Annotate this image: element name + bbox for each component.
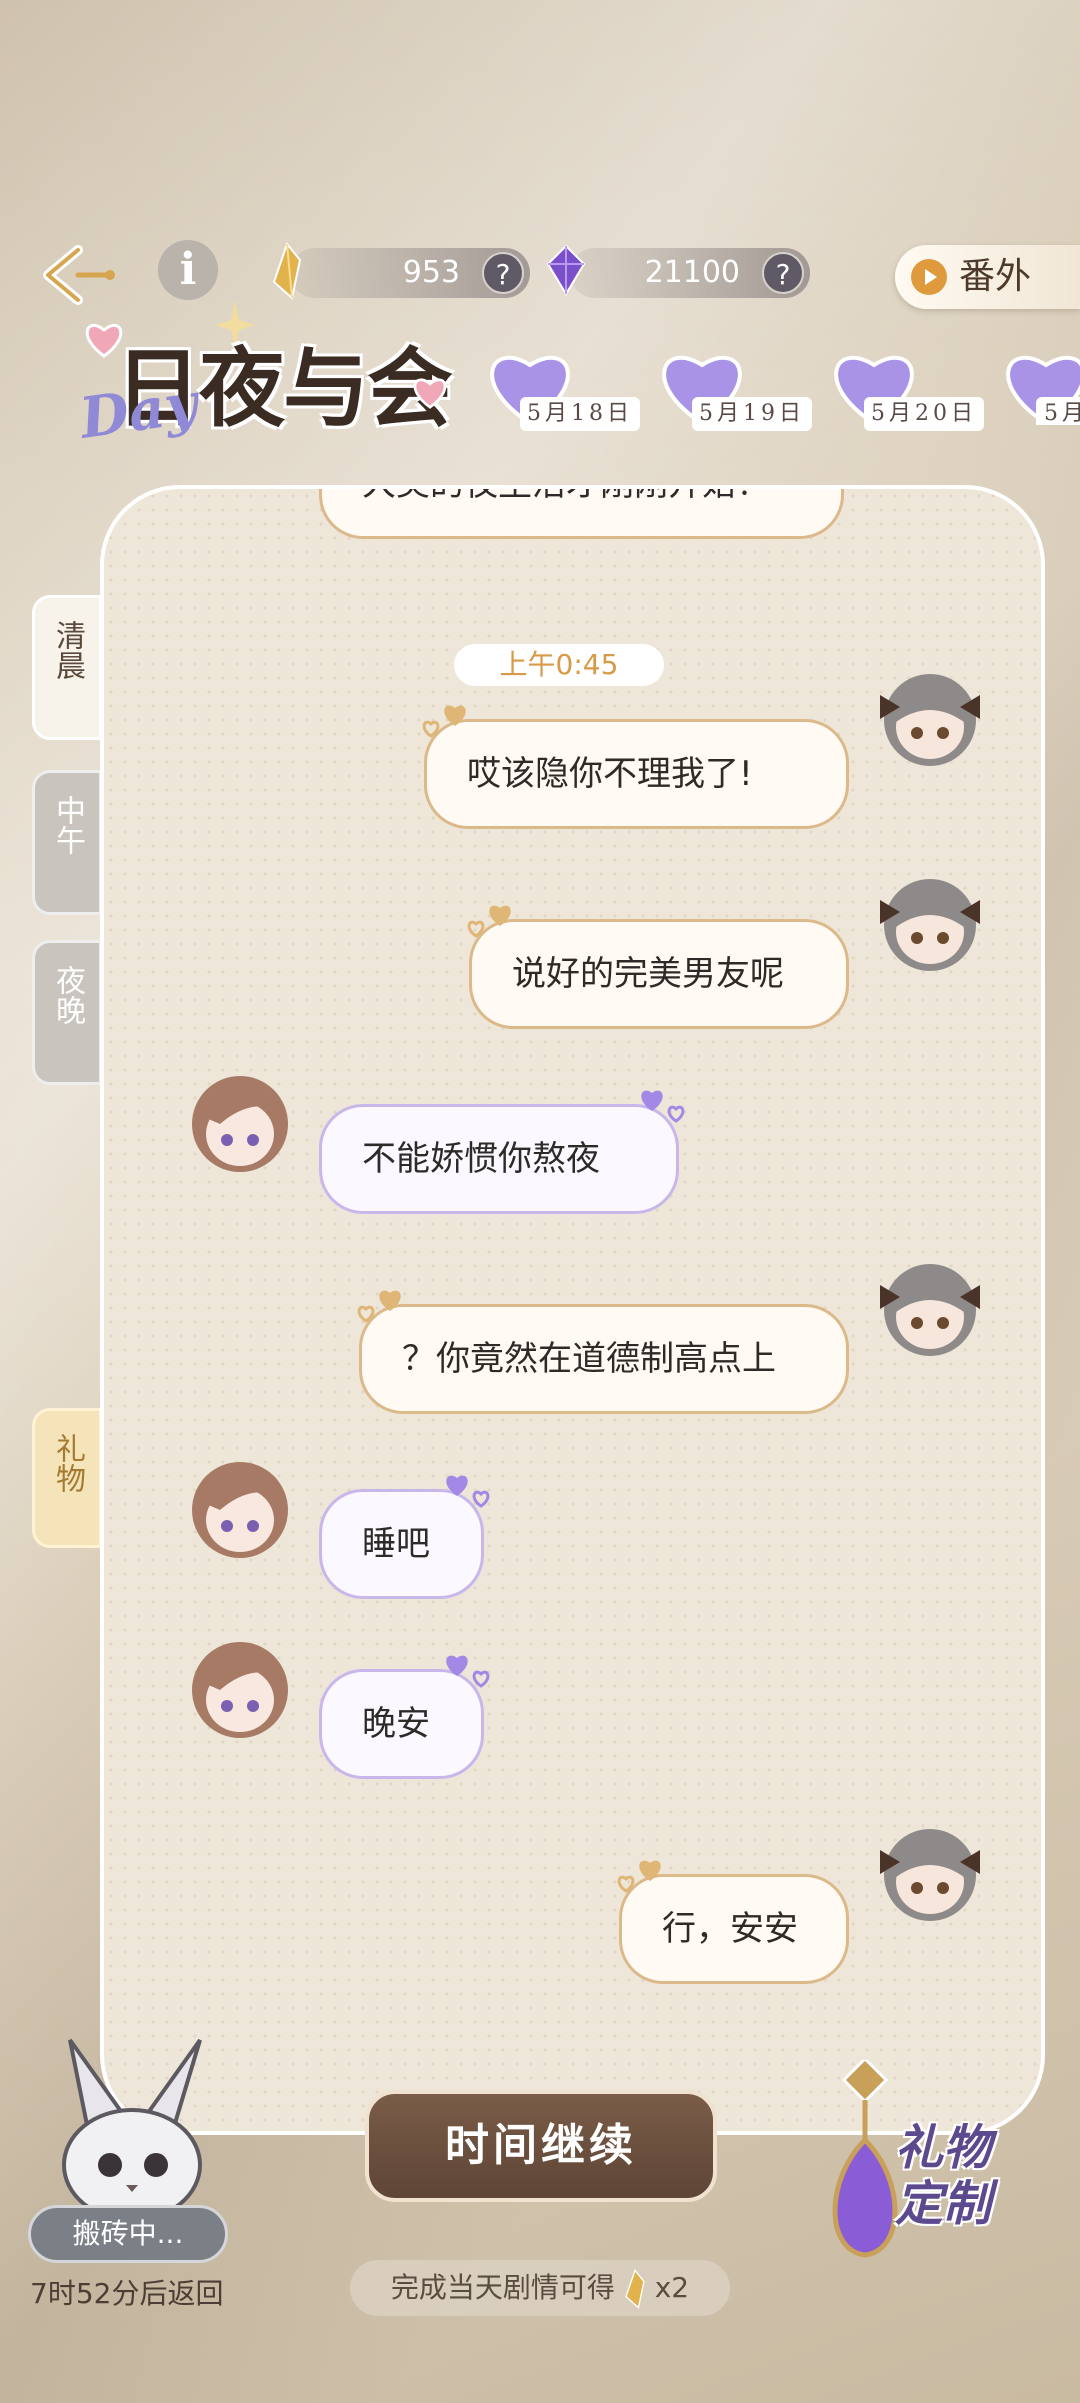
purple-hearts-icon [446,1475,490,1508]
date-item[interactable]: 5月19日 [652,345,812,431]
date-item[interactable]: 5月18日 [480,345,640,431]
user-avatar[interactable] [870,1810,990,1930]
reward-hint: 完成当天剧情可得 x2 [350,2260,730,2316]
chat-text: 晚安 [362,1704,430,1744]
tab-morning-label: 清晨 [50,620,85,680]
user-avatar[interactable] [870,1245,990,1365]
chat-timestamp: 上午0:45 [454,644,664,686]
chat-text: 睡吧 [362,1524,430,1564]
gem-currency-display: 21100 ? [570,248,810,298]
date-label: 5月20日 [864,397,984,431]
date-label: 5月19日 [692,397,812,431]
chat-bubble-user: 行，安安 [617,1860,849,1984]
pink-heart-icon [413,378,447,409]
chat-bubble-other: 睡吧 [319,1475,490,1599]
chat-text: 哎该隐你不理我了! [467,754,753,794]
tab-noon-label: 中午 [50,795,85,855]
gold-hearts-icon [467,905,511,938]
reward-hint-text: 完成当天剧情可得 [390,2271,615,2304]
chat-bubble-other: 晚安 [319,1655,490,1779]
chat-bubble-user: 哎该隐你不理我了! [422,705,849,829]
reward-multiplier: x2 [654,2271,690,2304]
date-label: 5月18日 [520,397,640,431]
status-badge: 搬砖中... [28,2205,228,2263]
chat-text: 大美的夜生活才刚刚开始！ [362,489,770,504]
date-item[interactable]: 5月20日 [824,345,984,431]
gold-hearts-icon [357,1290,401,1323]
gold-crystal-icon [625,2268,645,2309]
return-timer: 7时52分后返回 [30,2277,224,2310]
purple-hearts-icon [446,1655,490,1688]
gift-custom-button[interactable]: 礼物定制 [805,2060,1065,2270]
tab-noon[interactable]: 中午 [32,770,102,915]
gem-help-button[interactable]: ? [762,252,804,294]
chat-text: 行，安安 [662,1909,798,1949]
purple-hearts-icon [641,1090,685,1123]
date-label: 5月 [1036,397,1080,425]
chat-bubble-partial: 大美的夜生活才刚刚开始！ [319,489,844,539]
play-icon [911,259,947,295]
user-avatar[interactable] [870,860,990,980]
bunny-mascot-icon[interactable] [50,2030,220,2230]
tab-gift[interactable]: 礼物 [32,1408,102,1548]
chat-text: ？你竟然在道德制高点上 [402,1339,776,1379]
event-logo: 日夜与会 Day [40,300,460,452]
gold-help-button[interactable]: ? [482,252,524,294]
chat-text: 不能娇惯你熬夜 [362,1139,600,1179]
gold-amount: 953 [402,255,460,290]
user-avatar[interactable] [870,655,990,775]
gold-currency-display: 953 ? [290,248,530,298]
chat-bubble-user: ？你竟然在道德制高点上 [357,1290,849,1414]
date-item[interactable]: 5月 [996,345,1080,425]
chat-bubble-user: 说好的完美男友呢 [467,905,849,1029]
gem-amount: 21100 [644,255,740,290]
info-icon[interactable]: i [158,240,218,300]
gold-crystal-icon [272,241,302,300]
partner-avatar[interactable] [180,1448,300,1568]
partner-avatar[interactable] [180,1062,300,1182]
gift-custom-label: 礼物定制 [895,2120,992,2232]
continue-time-button[interactable]: 时间继续 [365,2090,717,2202]
tab-night[interactable]: 夜晚 [32,940,102,1085]
partner-avatar[interactable] [180,1628,300,1748]
extra-story-label: 番外 [959,256,1032,297]
gold-hearts-icon [617,1860,661,1893]
purple-gem-icon [546,244,586,296]
chat-bubble-other: 不能娇惯你熬夜 [319,1090,685,1214]
extra-story-button[interactable]: 番外 [895,245,1080,309]
chat-text: 说好的完美男友呢 [512,954,784,994]
gold-hearts-icon [422,705,466,738]
tab-morning[interactable]: 清晨 [32,595,102,740]
tab-night-label: 夜晚 [50,965,85,1025]
tab-gift-label: 礼物 [50,1433,85,1493]
